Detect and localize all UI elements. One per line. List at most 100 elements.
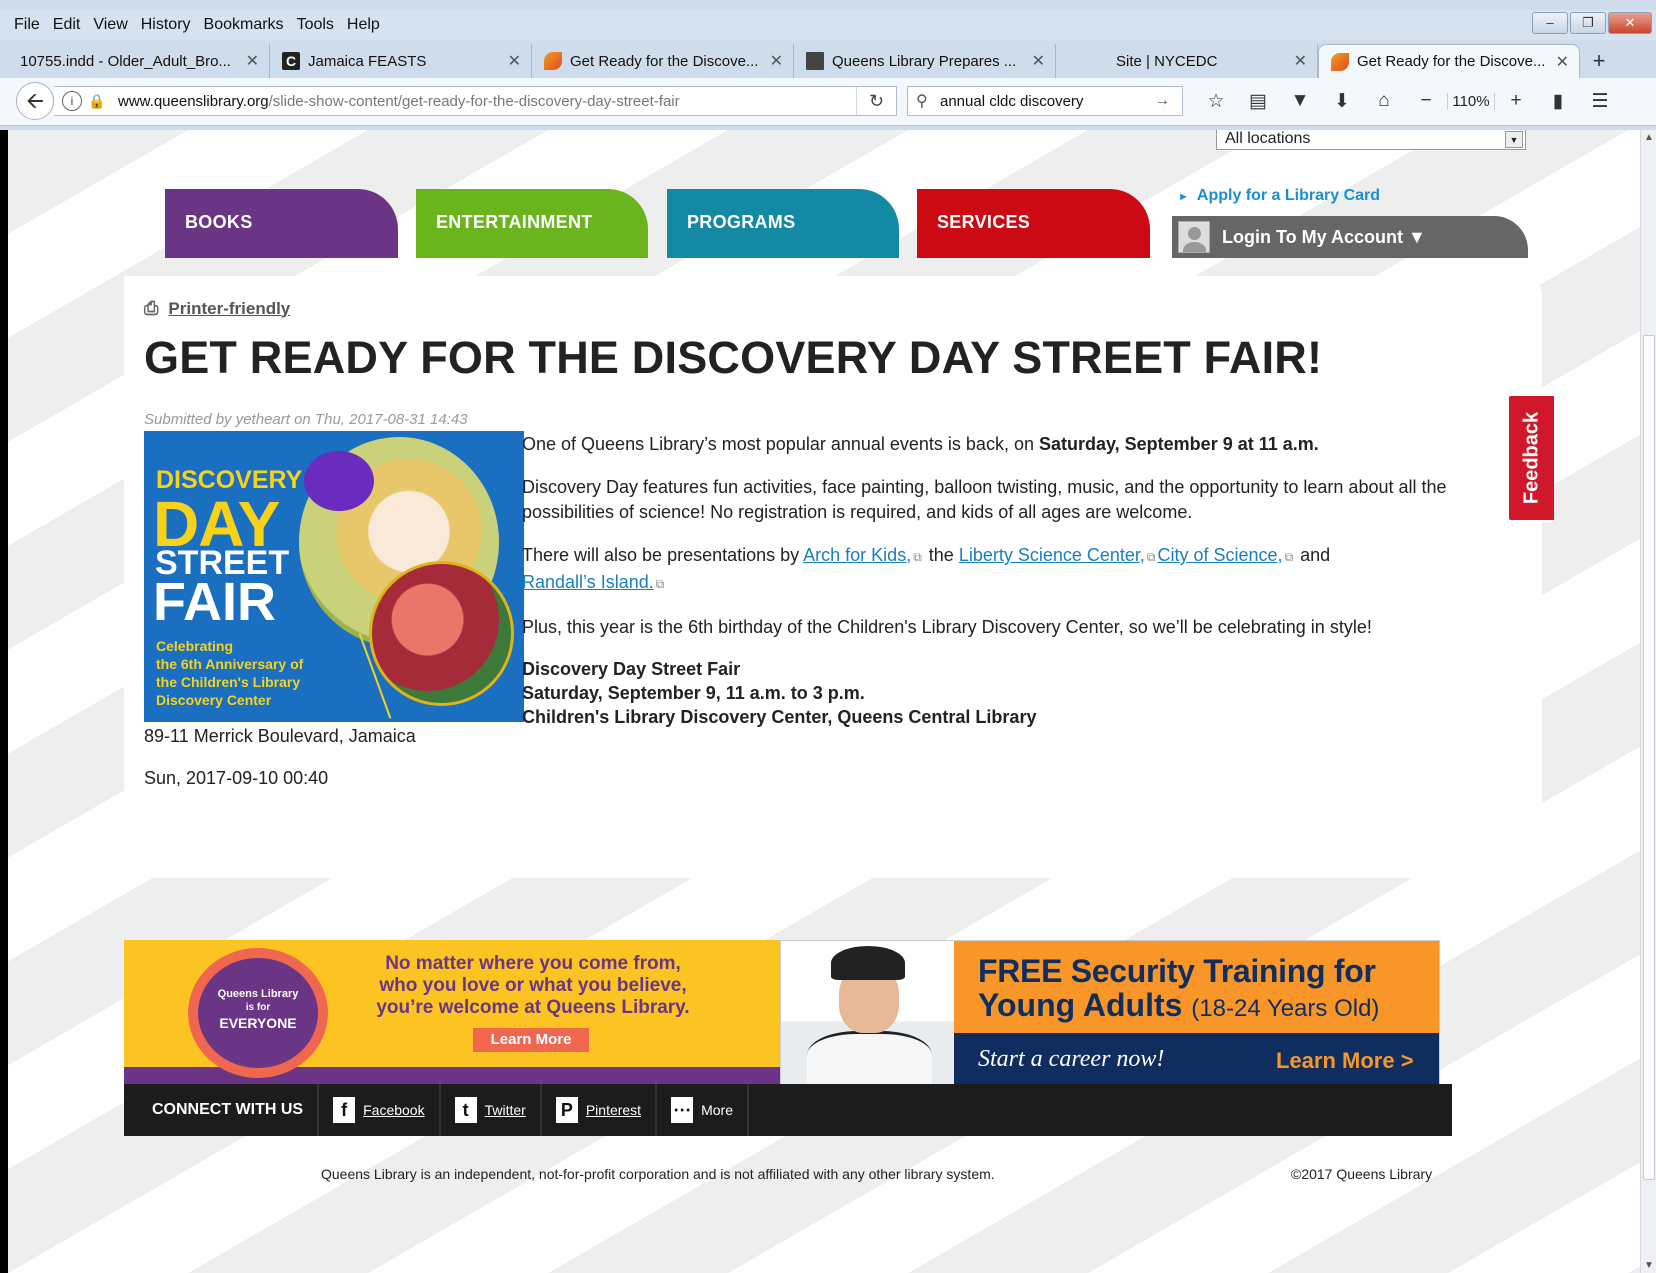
everyone-learn-more-button[interactable]: Learn More bbox=[473, 1028, 589, 1052]
pinterest-icon: P bbox=[555, 1097, 578, 1123]
tab-close-icon[interactable]: ✕ bbox=[1556, 52, 1569, 72]
link-city-of-science[interactable]: City of Science, bbox=[1158, 545, 1283, 565]
nav-services[interactable]: SERVICES bbox=[917, 189, 1150, 258]
restore-button[interactable]: ❐ bbox=[1570, 12, 1606, 34]
location-select[interactable]: All locations ▼ bbox=[1216, 130, 1526, 150]
everyone-banner[interactable]: Queens Library is for EVERYONE No matter… bbox=[124, 940, 786, 1085]
hero-line-4: FAIR bbox=[153, 572, 277, 632]
pocket-icon[interactable]: ▼ bbox=[1279, 90, 1321, 112]
printer-friendly: ⎙ Printer-friendly bbox=[144, 298, 290, 319]
tab-close-icon[interactable]: ✕ bbox=[1294, 51, 1307, 71]
scroll-up-icon[interactable]: ▲ bbox=[1641, 132, 1656, 143]
external-link-icon: ⧉ bbox=[1146, 550, 1156, 564]
url-path: /slide-show-content/get-ready-for-the-di… bbox=[268, 92, 680, 110]
toolbar-icons: ☆ ▤ ▼ ⬇ ⌂ − 110% + ▮ ☰ bbox=[1195, 86, 1621, 116]
twitter-label[interactable]: Twitter bbox=[485, 1102, 526, 1118]
minimize-button[interactable]: – bbox=[1532, 12, 1568, 34]
search-input[interactable] bbox=[940, 92, 1150, 110]
triangle-right-icon: ► bbox=[1178, 191, 1189, 203]
event-date: Sun, 2017-09-10 00:40 bbox=[144, 768, 329, 788]
tab-older-adult[interactable]: 10755.indd - Older_Adult_Bro... ✕ bbox=[8, 44, 270, 78]
tab-close-icon[interactable]: ✕ bbox=[770, 51, 783, 71]
scroll-down-icon[interactable]: ▼ bbox=[1641, 1260, 1656, 1271]
url-domain: www.queenslibrary.org bbox=[118, 92, 269, 110]
facebook-label[interactable]: Facebook bbox=[363, 1102, 424, 1118]
menu-tools[interactable]: Tools bbox=[297, 16, 334, 34]
menu-file[interactable]: File bbox=[14, 16, 40, 34]
security-guard-photo bbox=[781, 941, 954, 1085]
menu-bar: File Edit View History Bookmarks Tools H… bbox=[0, 10, 1656, 40]
hamburger-menu-icon[interactable]: ☰ bbox=[1579, 90, 1621, 113]
tab-get-ready-active[interactable]: Get Ready for the Discove... ✕ bbox=[1318, 44, 1580, 78]
more-link[interactable]: ⋯ More bbox=[657, 1084, 749, 1136]
twitter-link[interactable]: t Twitter bbox=[441, 1084, 542, 1136]
zoom-level[interactable]: 110% bbox=[1447, 92, 1495, 110]
printer-friendly-link[interactable]: Printer-friendly bbox=[168, 299, 290, 319]
tab-jamaica-feasts[interactable]: C Jamaica FEASTS ✕ bbox=[270, 44, 532, 78]
twitter-icon: t bbox=[454, 1097, 477, 1123]
menu-history[interactable]: History bbox=[141, 16, 191, 34]
login-label: Login To My Account ▼ bbox=[1222, 226, 1426, 247]
pinterest-label[interactable]: Pinterest bbox=[586, 1102, 641, 1118]
new-tab-button[interactable]: + bbox=[1580, 44, 1618, 78]
reload-icon[interactable]: ↻ bbox=[856, 87, 896, 115]
tab-bar: 10755.indd - Older_Adult_Bro... ✕ C Jama… bbox=[0, 40, 1656, 78]
tab-nycedc[interactable]: Site | NYCEDC ✕ bbox=[1056, 44, 1318, 78]
nav-programs[interactable]: PROGRAMS bbox=[667, 189, 899, 258]
info-icon[interactable]: i bbox=[62, 91, 82, 111]
guard-body bbox=[807, 1031, 932, 1085]
zoom-in-icon[interactable]: + bbox=[1495, 90, 1537, 112]
link-randalls-island[interactable]: Randall’s Island. bbox=[522, 572, 654, 592]
feedback-tab[interactable]: Feedback bbox=[1507, 394, 1554, 522]
url-text[interactable]: www.queenslibrary.org/slide-show-content… bbox=[118, 93, 680, 110]
reader-list-icon[interactable]: ▤ bbox=[1237, 90, 1279, 113]
search-bar[interactable]: ⚲ → bbox=[907, 86, 1183, 116]
balloon-photo-2 bbox=[369, 561, 514, 706]
more-label[interactable]: More bbox=[701, 1102, 733, 1118]
apply-library-card-link[interactable]: ► Apply for a Library Card bbox=[1178, 187, 1380, 205]
submitted-by: Submitted by yetheart on Thu, 2017-08-31… bbox=[144, 411, 468, 428]
menu-edit[interactable]: Edit bbox=[53, 16, 81, 34]
badge-line-2: is for bbox=[245, 1002, 271, 1013]
tab-queens-library-prepares[interactable]: Queens Library Prepares ... ✕ bbox=[794, 44, 1056, 78]
tab-label: Get Ready for the Discove... bbox=[1357, 53, 1546, 70]
vertical-scrollbar[interactable]: ▲ ▼ bbox=[1640, 130, 1656, 1273]
url-bar[interactable]: i 🔒 www.queenslibrary.org/slide-show-con… bbox=[54, 86, 897, 116]
security-training-banner[interactable]: FREE Security Training for Young Adults … bbox=[780, 940, 1440, 1086]
navigation-toolbar: 🡨 i 🔒 www.queenslibrary.org/slide-show-c… bbox=[0, 78, 1656, 126]
menu-bookmarks[interactable]: Bookmarks bbox=[204, 16, 284, 34]
queens-library-icon bbox=[1331, 52, 1349, 71]
scrollbar-thumb[interactable] bbox=[1643, 335, 1655, 1180]
chevron-down-icon[interactable]: ▼ bbox=[1505, 131, 1523, 148]
tab-close-icon[interactable]: ✕ bbox=[246, 51, 259, 71]
c-icon: C bbox=[282, 52, 300, 70]
insecure-lock-icon[interactable]: 🔒 bbox=[88, 93, 106, 110]
bookmark-star-icon[interactable]: ☆ bbox=[1195, 90, 1237, 113]
download-icon[interactable]: ⬇ bbox=[1321, 90, 1363, 113]
nav-books[interactable]: BOOKS bbox=[165, 189, 398, 258]
tab-label: 10755.indd - Older_Adult_Bro... bbox=[20, 52, 231, 70]
menu-view[interactable]: View bbox=[93, 16, 127, 34]
security-learn-more[interactable]: Learn More > bbox=[1276, 1048, 1414, 1074]
zoom-out-icon[interactable]: − bbox=[1405, 90, 1447, 112]
menu-help[interactable]: Help bbox=[347, 16, 380, 34]
printer-icon: ⎙ bbox=[144, 298, 159, 318]
close-window-button[interactable]: ✕ bbox=[1608, 12, 1652, 34]
nav-entertainment[interactable]: ENTERTAINMENT bbox=[416, 189, 648, 258]
tab-close-icon[interactable]: ✕ bbox=[508, 51, 521, 71]
login-button[interactable]: Login To My Account ▼ bbox=[1172, 216, 1528, 258]
home-icon[interactable]: ⌂ bbox=[1363, 90, 1405, 112]
tab-close-icon[interactable]: ✕ bbox=[1032, 51, 1045, 71]
facebook-link[interactable]: f Facebook bbox=[319, 1084, 441, 1136]
discovery-day-image: DISCOVERY DAY STREET FAIR Celebrating th… bbox=[144, 431, 524, 722]
page-icon[interactable]: ▮ bbox=[1537, 90, 1579, 113]
back-button[interactable]: 🡨 bbox=[16, 82, 54, 120]
pinterest-link[interactable]: P Pinterest bbox=[542, 1084, 658, 1136]
everyone-badge: Queens Library is for EVERYONE bbox=[198, 958, 318, 1068]
main-content: ⎙ Printer-friendly GET READY FOR THE DIS… bbox=[124, 276, 1542, 878]
search-go-icon[interactable]: → bbox=[1154, 92, 1170, 110]
external-link-icon: ⧉ bbox=[655, 577, 665, 591]
link-arch-for-kids[interactable]: Arch for Kids, bbox=[803, 545, 911, 565]
tab-get-ready-1[interactable]: Get Ready for the Discove... ✕ bbox=[532, 44, 794, 78]
link-liberty-science-center[interactable]: Liberty Science Center, bbox=[959, 545, 1145, 565]
